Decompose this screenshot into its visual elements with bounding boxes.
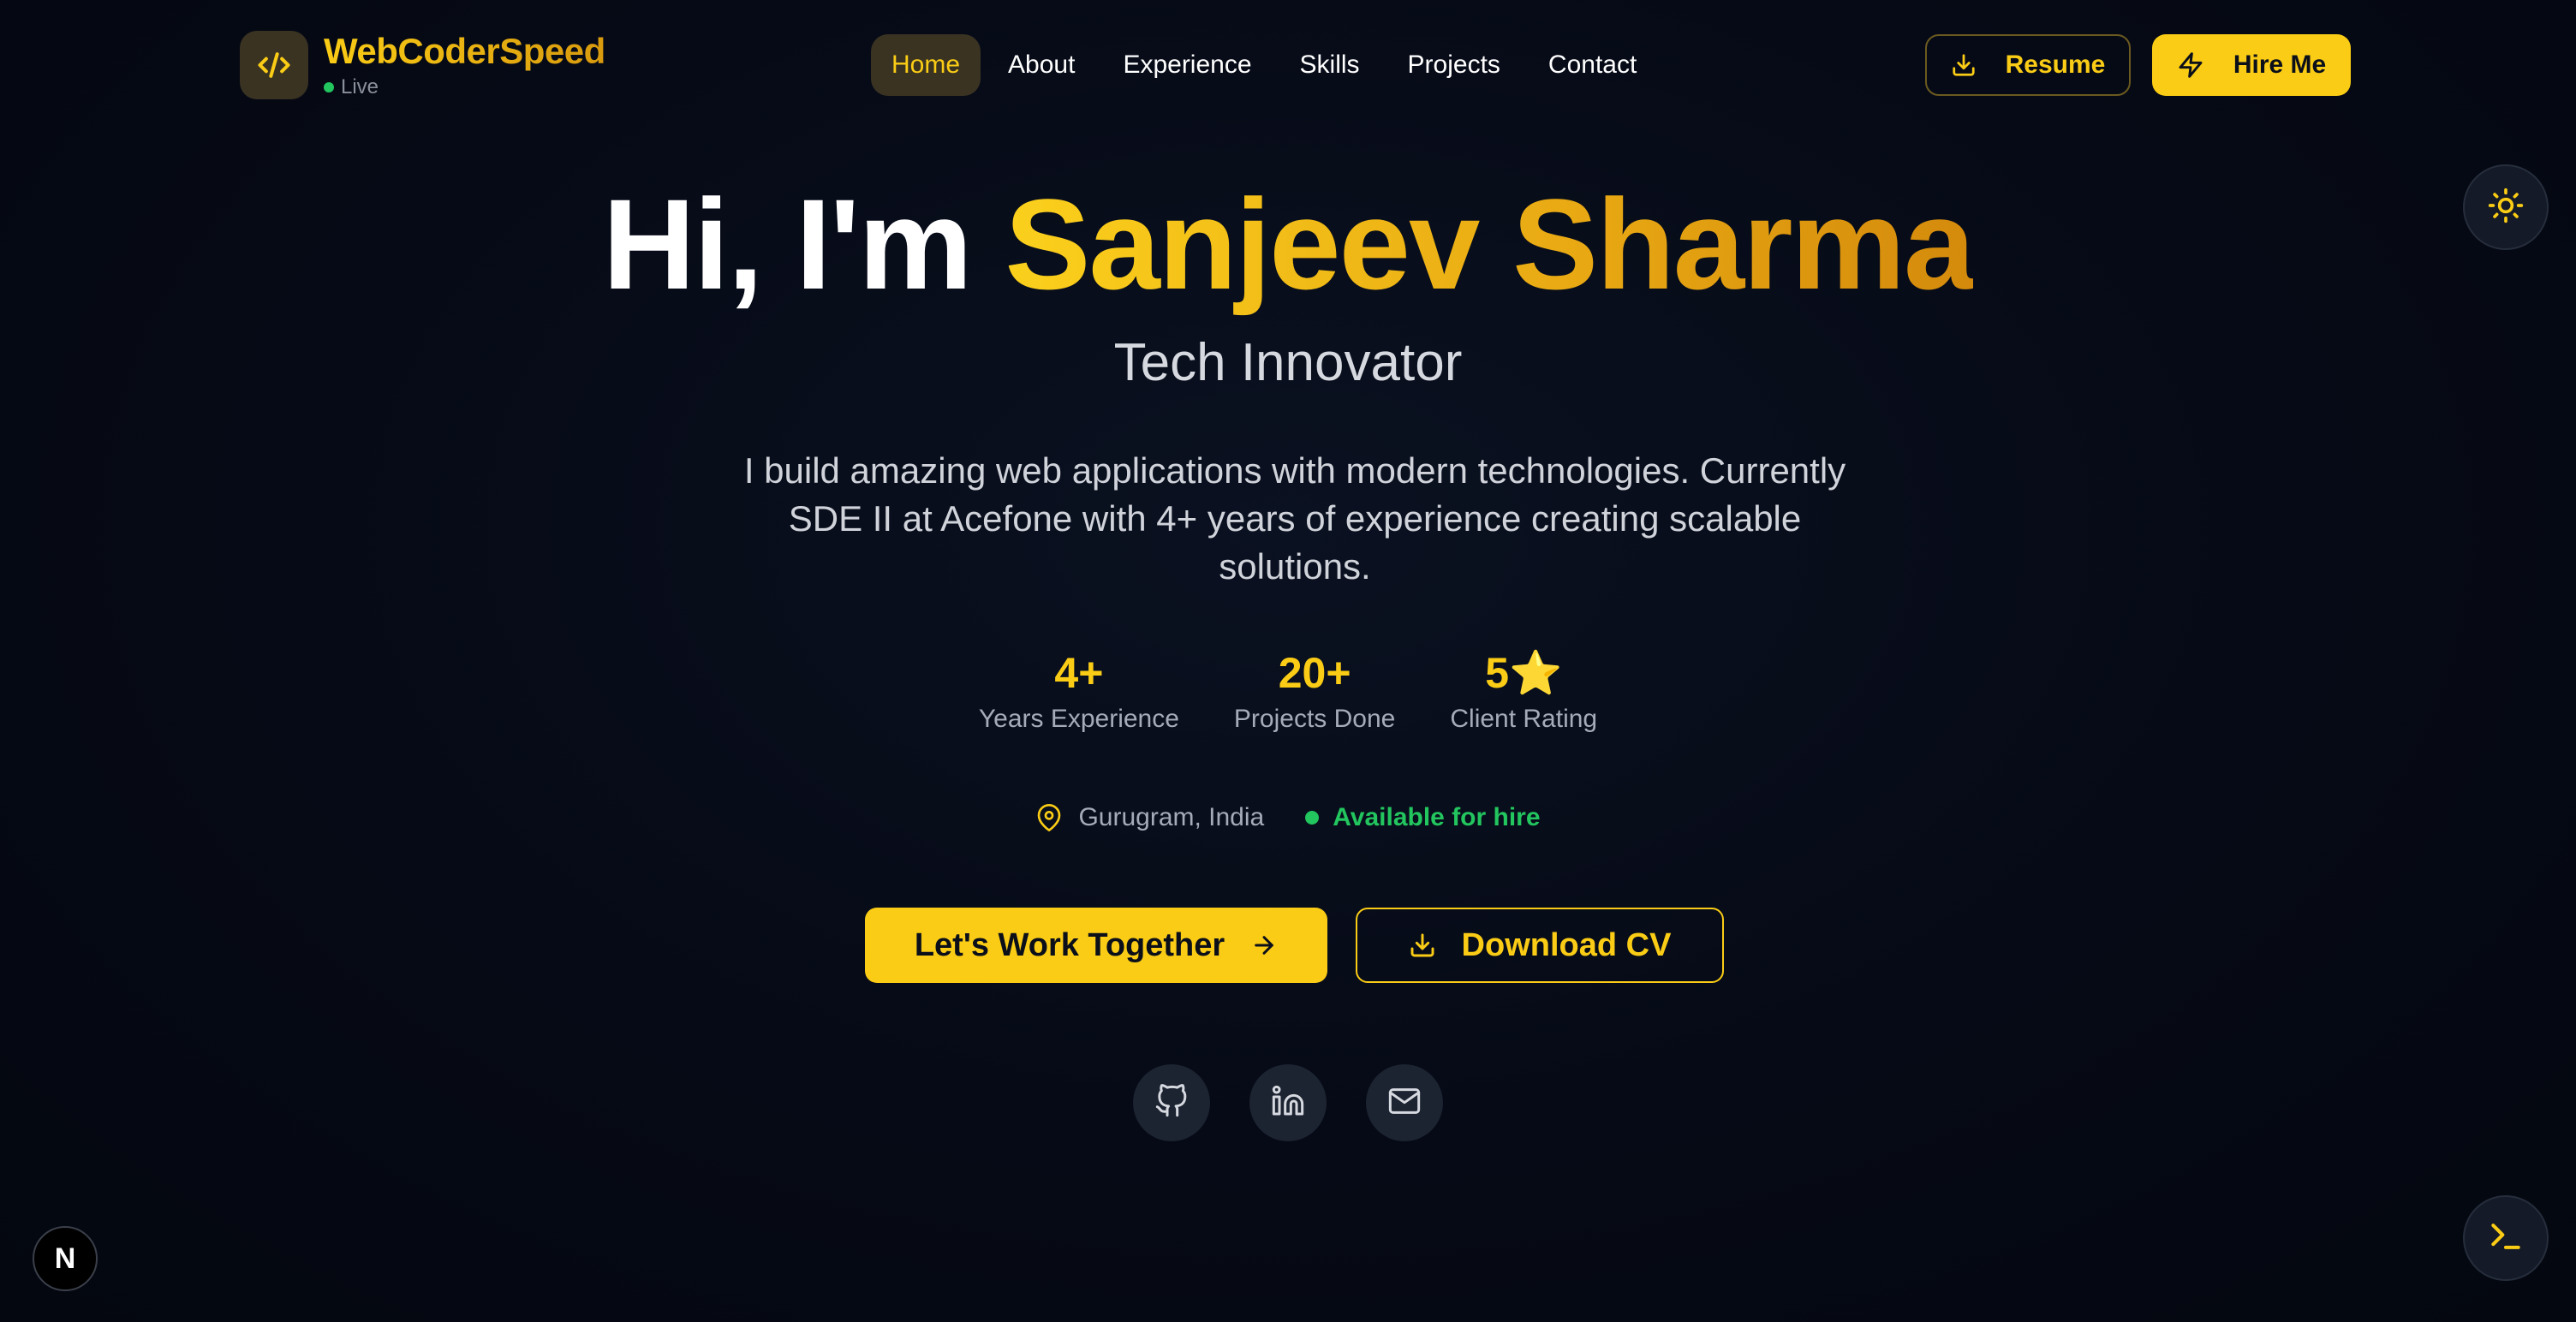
stat-value: 4+ [1054, 649, 1104, 697]
work-together-button[interactable]: Let's Work Together [865, 908, 1327, 983]
hero-greeting: Hi, I'm [602, 172, 1005, 316]
nav-item-skills[interactable]: Skills [1279, 34, 1380, 96]
location-row: Gurugram, India Available for hire [0, 803, 2576, 832]
nav-item-projects[interactable]: Projects [1387, 34, 1521, 96]
stat-projects: 20+ Projects Done [1234, 644, 1395, 736]
main-nav: Home About Experience Skills Projects Co… [871, 34, 1664, 96]
live-status: Live [324, 75, 605, 99]
nextjs-dev-badge[interactable]: N [33, 1226, 98, 1291]
resume-button[interactable]: Resume [1925, 34, 2131, 96]
map-pin-icon [1035, 804, 1063, 831]
site-header: WebCoderSpeed Live Home About Experience… [0, 0, 2576, 128]
stat-label: Projects Done [1233, 705, 1396, 733]
code-icon [240, 31, 308, 99]
hero-name: Sanjeev Sharma [1005, 172, 1975, 316]
work-together-label: Let's Work Together [914, 926, 1225, 963]
linkedin-icon [1271, 1084, 1305, 1123]
hero-title: Hi, I'm Sanjeev Sharma [0, 171, 2576, 317]
live-dot-icon [324, 82, 334, 92]
location-text: Gurugram, India [1078, 803, 1265, 831]
stat-years: 4+ Years Experience [979, 644, 1179, 736]
arrow-right-icon [1250, 932, 1278, 959]
nav-item-about[interactable]: About [987, 34, 1095, 96]
lightning-icon [2177, 51, 2204, 79]
hero-role: Tech Innovator [1113, 333, 1463, 392]
github-icon [1154, 1083, 1189, 1123]
stat-rating: 5⭐ Client Rating [1450, 644, 1597, 736]
brand-logo[interactable]: WebCoderSpeed Live [240, 31, 605, 99]
email-link[interactable] [1366, 1064, 1443, 1141]
github-link[interactable] [1133, 1064, 1210, 1141]
download-icon [1951, 52, 1977, 78]
hire-me-button[interactable]: Hire Me [2152, 34, 2351, 96]
linkedin-link[interactable] [1249, 1064, 1327, 1141]
nav-item-home[interactable]: Home [871, 34, 981, 96]
live-label: Live [341, 75, 379, 98]
resume-label: Resume [2005, 51, 2106, 79]
nav-item-contact[interactable]: Contact [1528, 34, 1657, 96]
download-cv-label: Download CV [1461, 926, 1672, 963]
nextjs-icon: N [54, 1242, 76, 1275]
hire-me-label: Hire Me [2233, 51, 2327, 79]
availability-text: Available for hire [1333, 803, 1541, 831]
nav-item-experience[interactable]: Experience [1102, 34, 1272, 96]
stat-label: Client Rating [1450, 705, 1598, 733]
brand-name: WebCoderSpeed [324, 31, 605, 71]
availability-status: Available for hire [1305, 803, 1541, 832]
hero-description: I build amazing web applications with mo… [743, 450, 1846, 587]
download-cv-button[interactable]: Download CV [1356, 908, 1724, 983]
stat-label: Years Experience [978, 705, 1179, 733]
terminal-icon [2487, 1218, 2525, 1259]
availability-dot-icon [1305, 811, 1320, 825]
stat-value: 20+ [1278, 649, 1351, 697]
mail-icon [1387, 1084, 1422, 1123]
terminal-button[interactable] [2463, 1195, 2549, 1281]
location: Gurugram, India [1035, 803, 1264, 832]
stats-row: 4+ Years Experience 20+ Projects Done 5⭐… [0, 644, 2576, 736]
stat-value: 5⭐ [1485, 649, 1563, 697]
social-links [0, 1064, 2576, 1141]
download-icon [1409, 932, 1436, 959]
